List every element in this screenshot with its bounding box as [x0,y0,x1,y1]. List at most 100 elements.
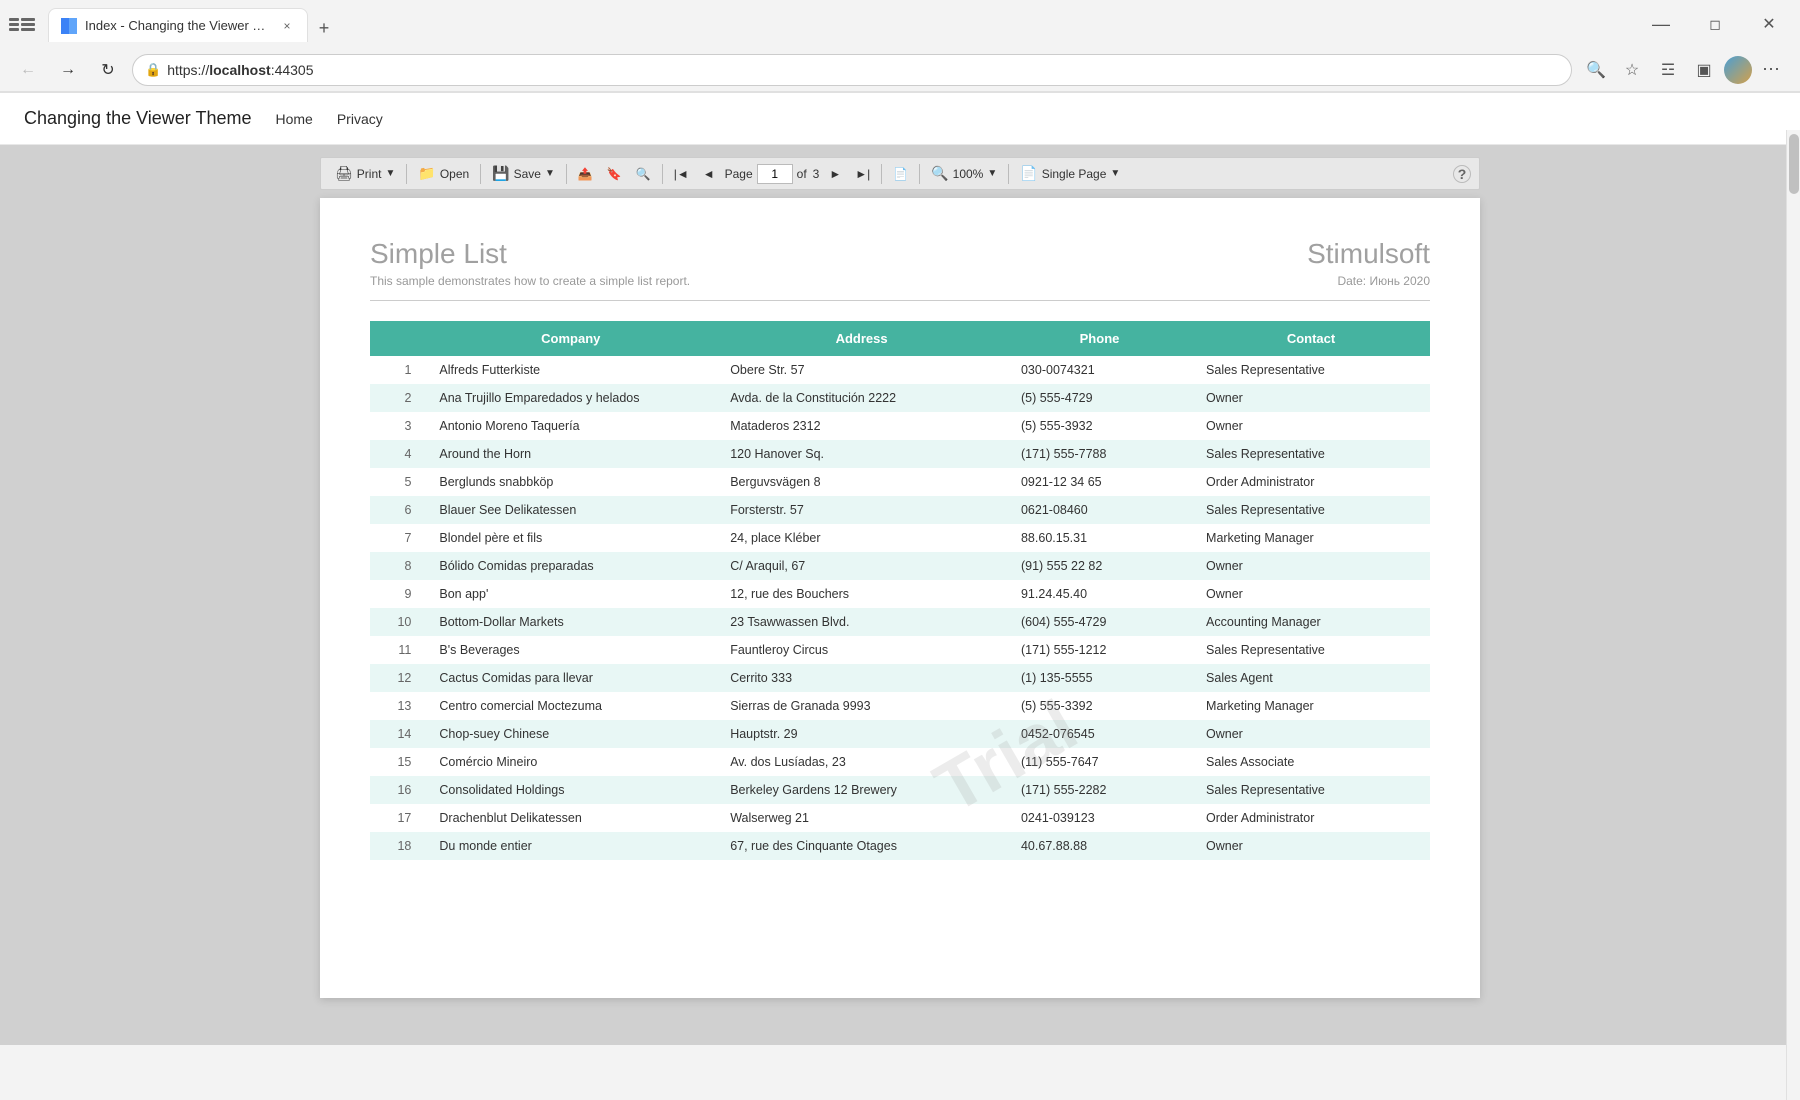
favorites-button[interactable]: ☲ [1652,54,1684,86]
cell-num: 1 [370,356,425,384]
cell-phone: 91.24.45.40 [1007,580,1192,608]
report-table: Company Address Phone Contact 1 Alfreds … [370,321,1430,860]
new-tab-button[interactable]: + [310,14,338,42]
cell-phone: (91) 555 22 82 [1007,552,1192,580]
minimize-button[interactable]: — [1638,8,1684,40]
cell-contact: Marketing Manager [1192,524,1430,552]
back-button[interactable]: ← [12,54,44,86]
collections-button[interactable]: ▣ [1688,54,1720,86]
close-button[interactable]: ✕ [1746,8,1792,40]
cell-num: 5 [370,468,425,496]
page-input[interactable] [757,164,793,184]
cell-address: C/ Araquil, 67 [716,552,1007,580]
scrollbar-right[interactable] [1786,130,1800,1100]
table-header-row: Company Address Phone Contact [370,321,1430,356]
separator-4 [662,164,663,184]
table-row: 6 Blauer See Delikatessen Forsterstr. 57… [370,496,1430,524]
forward-button[interactable]: → [52,54,84,86]
cell-contact: Order Administrator [1192,468,1430,496]
cell-phone: (604) 555-4729 [1007,608,1192,636]
zoom-button[interactable]: 🔍 100% ▼ [925,162,1003,185]
report-container: Simple List This sample demonstrates how… [320,198,1480,998]
cell-phone: (11) 555-7647 [1007,748,1192,776]
maximize-button[interactable]: ◻ [1692,8,1738,40]
print-caret-icon: ▼ [385,168,395,179]
cell-address: Obere Str. 57 [716,356,1007,384]
save-label: Save [514,167,541,181]
cell-contact: Owner [1192,552,1430,580]
prev-page-button[interactable]: ◄ [697,164,721,184]
cell-phone: (5) 555-3392 [1007,692,1192,720]
refresh-button[interactable]: ↻ [92,54,124,86]
more-button[interactable]: ⋯ [1756,54,1788,86]
table-row: 14 Chop-suey Chinese Hauptstr. 29 0452-0… [370,720,1430,748]
cell-num: 6 [370,496,425,524]
home-link[interactable]: Home [275,111,312,127]
cell-phone: (171) 555-7788 [1007,440,1192,468]
cell-contact: Sales Representative [1192,440,1430,468]
cell-address: Av. dos Lusíadas, 23 [716,748,1007,776]
print-icon: 🖨 [335,165,353,182]
bookmark-button[interactable]: 🔖 [601,164,628,184]
next-page-button[interactable]: ► [823,164,847,184]
table-row: 9 Bon app' 12, rue des Bouchers 91.24.45… [370,580,1430,608]
page-size-button[interactable]: 📄 [887,164,914,184]
title-bar-left [8,10,36,38]
last-page-icon: ►| [855,167,870,181]
table-row: 10 Bottom-Dollar Markets 23 Tsawwassen B… [370,608,1430,636]
tab-favicon [61,18,77,34]
cell-address: Fauntleroy Circus [716,636,1007,664]
cell-num: 8 [370,552,425,580]
last-page-button[interactable]: ►| [849,164,876,184]
table-row: 8 Bólido Comidas preparadas C/ Araquil, … [370,552,1430,580]
cell-num: 4 [370,440,425,468]
search-button[interactable]: 🔍 [1580,54,1612,86]
cell-num: 12 [370,664,425,692]
address-actions: 🔍 ☆ ☲ ▣ ⋯ [1580,54,1788,86]
help-button[interactable]: ? [1453,165,1471,183]
cell-contact: Owner [1192,832,1430,860]
view-mode-button[interactable]: 📄 Single Page ▼ [1014,162,1126,185]
cell-phone: (5) 555-3932 [1007,412,1192,440]
view-mode-label: Single Page [1042,167,1107,181]
cell-company: Comércio Mineiro [425,748,716,776]
cell-company: Du monde entier [425,832,716,860]
cell-company: Cactus Comidas para llevar [425,664,716,692]
first-page-button[interactable]: |◄ [668,164,695,184]
sidebar-toggle-button[interactable] [8,10,36,38]
cell-address: Cerrito 333 [716,664,1007,692]
col-company: Company [425,321,716,356]
scrollbar-thumb[interactable] [1789,134,1799,194]
table-row: 7 Blondel père et fils 24, place Kléber … [370,524,1430,552]
open-button[interactable]: 📁 Open [412,162,475,185]
report-subtitle: This sample demonstrates how to create a… [370,274,690,288]
cell-contact: Owner [1192,580,1430,608]
print-button[interactable]: 🖨 Print ▼ [329,162,401,185]
table-row: 16 Consolidated Holdings Berkeley Garden… [370,776,1430,804]
active-tab[interactable]: Index - Changing the Viewer The × [48,8,308,42]
cell-company: Consolidated Holdings [425,776,716,804]
cell-address: 120 Hanover Sq. [716,440,1007,468]
profile-avatar[interactable] [1724,56,1752,84]
url-bar[interactable]: 🔒 https://localhost:44305 [132,54,1572,86]
send-icon: 📤 [578,167,593,181]
cell-company: Blauer See Delikatessen [425,496,716,524]
privacy-link[interactable]: Privacy [337,111,383,127]
col-num [370,321,425,356]
zoom-caret-icon: ▼ [987,168,997,179]
separator-5 [881,164,882,184]
cell-contact: Owner [1192,720,1430,748]
open-icon: 📁 [418,165,435,182]
page-size-icon: 📄 [893,167,908,181]
cell-company: Bottom-Dollar Markets [425,608,716,636]
cell-num: 16 [370,776,425,804]
find-button[interactable]: 🔍 [630,164,657,184]
save-button[interactable]: 💾 Save ▼ [486,162,561,185]
cell-address: Avda. de la Constitución 2222 [716,384,1007,412]
favorites-add-button[interactable]: ☆ [1616,54,1648,86]
table-row: 15 Comércio Mineiro Av. dos Lusíadas, 23… [370,748,1430,776]
send-to-button[interactable]: 📤 [572,164,599,184]
tab-close-button[interactable]: × [279,18,295,34]
sidebar-icon [9,18,35,31]
save-icon: 💾 [492,165,509,182]
